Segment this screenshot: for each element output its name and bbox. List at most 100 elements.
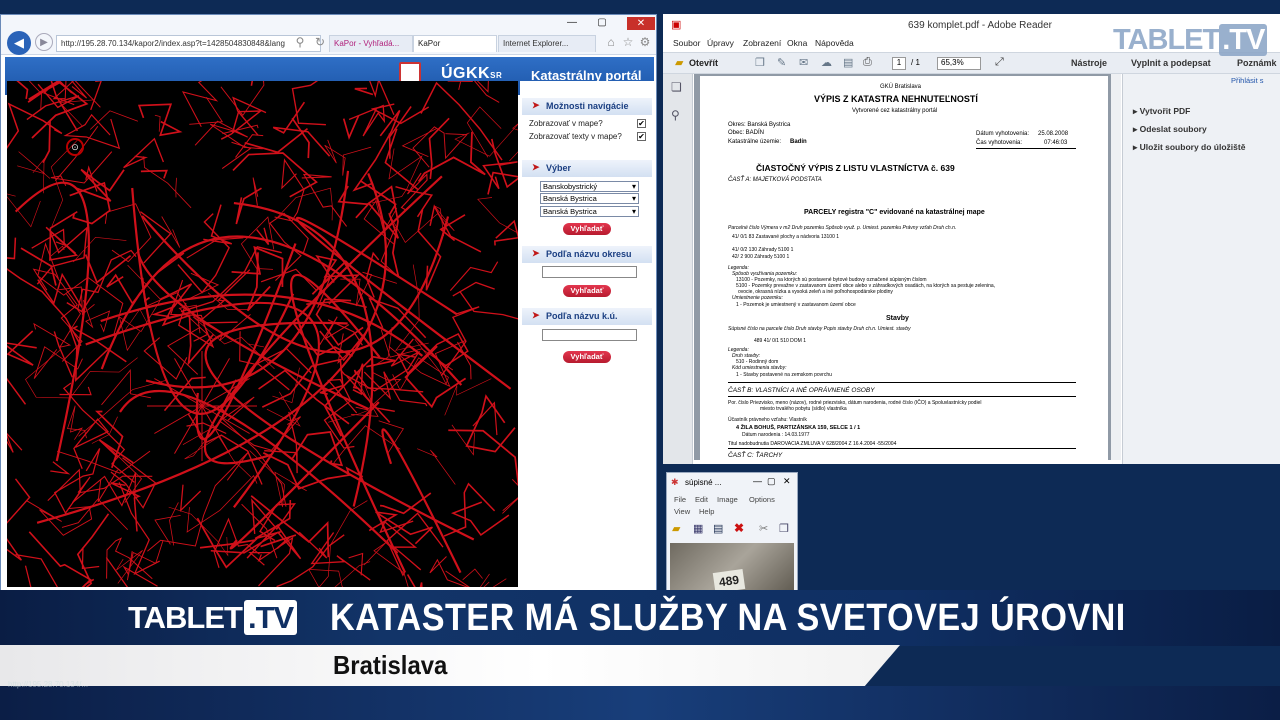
home-icon[interactable]: ⌂ (604, 35, 618, 49)
zoom-select[interactable]: 65,3% (937, 57, 981, 70)
vyber-header[interactable]: ➤ Výber (522, 160, 652, 177)
show-texts-checkbox[interactable]: ✔ (637, 132, 646, 141)
ku-header[interactable]: ➤ Podľa názvu k.ú. (522, 308, 652, 325)
pdf-ku-label: Katastrálne územie: (728, 139, 782, 145)
maximize-icon[interactable]: ▢ (591, 17, 613, 29)
paint-menu-edit[interactable]: Edit (695, 495, 708, 504)
minimize-icon[interactable]: — (753, 476, 762, 486)
parcel-boundary (175, 177, 177, 198)
region-select[interactable]: Banskobystrický (540, 181, 639, 192)
parcel-boundary (81, 547, 100, 570)
fill-sign-button[interactable]: Vyplnit a podepsat (1131, 58, 1211, 68)
pdf-stavby-title: Stavby (886, 315, 909, 322)
reader-scrollbar[interactable] (1111, 74, 1121, 460)
paint-app-icon: ✱ (671, 477, 679, 487)
open-folder-icon[interactable]: ▰ (672, 522, 680, 535)
search-button-okres[interactable]: Vyhľadať (563, 285, 611, 297)
map-canvas[interactable] (7, 81, 518, 587)
maximize-icon[interactable]: ▢ (767, 476, 776, 487)
pdf-parcels-title: PARCELY registra "C" evidované na katast… (804, 209, 985, 216)
login-link[interactable]: Přihlásit s (1231, 76, 1264, 85)
copy-icon[interactable]: ❐ (779, 522, 789, 535)
fit-page-icon[interactable]: ⤢ (995, 56, 1004, 69)
page-number-input[interactable]: 1 (892, 57, 906, 70)
lower-third-location-bar (0, 645, 900, 687)
pdf-ku-value: Badín (790, 139, 807, 145)
attachments-icon[interactable]: ⚲ (671, 108, 680, 122)
forward-arrow-icon[interactable]: ▶ (35, 33, 53, 51)
cloud-upload-icon[interactable]: ☁ (821, 56, 832, 69)
parcel-boundary (318, 500, 368, 587)
parcel-boundary (473, 81, 500, 103)
store-files-panel[interactable]: ▸ Uložit soubory do úložiště (1133, 142, 1245, 153)
print-icon[interactable]: ⎙ (863, 56, 872, 69)
tools-button[interactable]: Nástroje (1071, 58, 1107, 68)
close-icon[interactable]: ✕ (783, 476, 791, 487)
parcel-boundary (369, 81, 395, 115)
menu-upravy[interactable]: Úpravy (707, 38, 734, 48)
create-pdf-icon[interactable]: ❐ (755, 56, 765, 69)
nav-options-header[interactable]: ➤ Možnosti navigácie (522, 98, 652, 115)
refresh-icon[interactable]: ↻ (313, 35, 327, 49)
parcel-boundary (122, 565, 158, 587)
menu-okna[interactable]: Okna (787, 38, 807, 48)
menu-napoveda[interactable]: Nápověda (815, 38, 854, 48)
tab-kapor[interactable]: KaPor (413, 35, 497, 52)
map-location-marker-icon[interactable]: ⊙ (66, 138, 84, 156)
paint-menu-view[interactable]: View (674, 507, 690, 516)
parcel-boundary (274, 158, 305, 222)
send-files-panel[interactable]: ▸ Odeslat soubory (1133, 124, 1207, 135)
comment-icon[interactable]: ✉ (799, 56, 808, 69)
address-bar[interactable]: http://195.28.70.134/kapor2/index.asp?t=… (56, 35, 321, 52)
tablet-tv-watermark-tv: .TV (1219, 24, 1268, 56)
edit-icon[interactable]: ✎ (777, 56, 786, 69)
okres-input[interactable] (542, 266, 637, 278)
parcel-boundary (452, 281, 495, 297)
parcel-boundary (168, 506, 229, 557)
paint-menu-help[interactable]: Help (699, 507, 714, 516)
cadastral-area-select[interactable]: Banská Bystrica (540, 206, 639, 217)
arrow-icon: ➤ (532, 162, 540, 172)
store-files-panel-label: Uložit soubory do úložiště (1139, 142, 1246, 152)
pdf-parcel-headers: Parcelné číslo Výmera v m2 Druh pozemku … (728, 225, 957, 231)
search-icon[interactable]: ⚲ (293, 35, 307, 49)
parcel-boundary (420, 81, 503, 161)
search-button-vyber[interactable]: Vyhľadať (563, 223, 611, 235)
parcel-boundary (16, 81, 29, 100)
paint-menu-options[interactable]: Options (749, 495, 775, 504)
menu-soubor[interactable]: Soubor (673, 38, 700, 48)
cut-icon[interactable]: ✂ (759, 522, 768, 535)
pages-panel-icon[interactable]: ❏ (671, 80, 682, 94)
save-icon[interactable]: ▤ (713, 522, 723, 535)
cadastral-map[interactable] (7, 81, 518, 587)
create-pdf-panel[interactable]: ▸ Vytvořit PDF (1133, 106, 1190, 117)
okres-header[interactable]: ➤ Podľa názvu okresu (522, 246, 652, 263)
tab-kapor-search[interactable]: KaPor - Vyhľadá... (329, 35, 413, 52)
parcel-boundary (451, 424, 475, 456)
paint-menu-image[interactable]: Image (717, 495, 738, 504)
close-icon[interactable]: ✕ (627, 17, 655, 30)
image-icon[interactable]: ▦ (693, 522, 703, 535)
tab-internet-explorer[interactable]: Internet Explorer... (498, 35, 596, 52)
back-arrow-icon[interactable]: ◀ (7, 31, 31, 55)
paint-window: ✱ súpisné ... — ▢ ✕ File Edit Image Opti… (666, 472, 798, 593)
pdf-date-label: Dátum vyhotovenia: (976, 131, 1030, 137)
save-icon[interactable]: ▤ (843, 56, 853, 69)
settings-gear-icon[interactable]: ⚙ (638, 35, 652, 49)
ku-input[interactable] (542, 329, 637, 341)
search-button-ku[interactable]: Vyhľadať (563, 351, 611, 363)
nav-options-label: Možnosti navigácie (546, 101, 629, 111)
paint-menu-file[interactable]: File (674, 495, 686, 504)
parcel-boundary (291, 81, 326, 126)
district-select[interactable]: Banská Bystrica (540, 193, 639, 204)
open-folder-icon[interactable]: ▰ (675, 56, 683, 69)
favorites-star-icon[interactable]: ☆ (621, 35, 635, 49)
notes-button[interactable]: Poznámk (1237, 58, 1277, 68)
parcel-boundary (477, 197, 518, 234)
show-in-map-checkbox[interactable]: ✔ (637, 119, 646, 128)
parcel-boundary (179, 484, 202, 513)
menu-zobrazeni[interactable]: Zobrazení (743, 38, 781, 48)
minimize-icon[interactable]: — (561, 17, 583, 29)
delete-icon[interactable]: ✖ (734, 521, 744, 535)
open-button[interactable]: Otevřít (689, 58, 718, 68)
